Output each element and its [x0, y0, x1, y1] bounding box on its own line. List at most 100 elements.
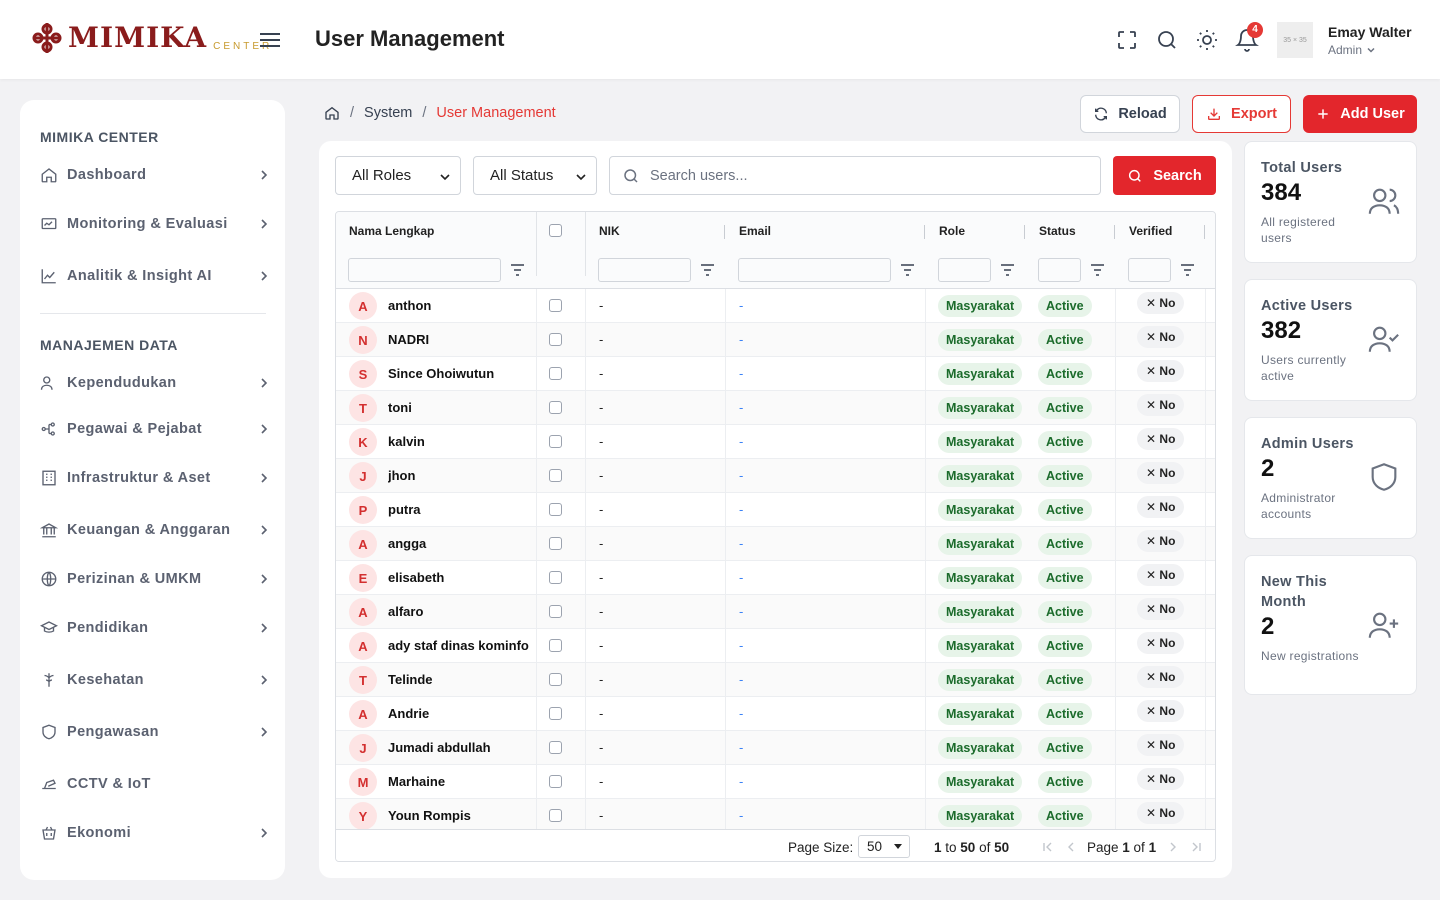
filter-icon[interactable] [1091, 264, 1104, 276]
table-row[interactable]: Eelisabeth - - Masyarakat Active ✕ No [336, 561, 1215, 595]
filter-icon[interactable] [1001, 264, 1014, 276]
user-name[interactable]: Emay Walter [1328, 24, 1412, 40]
row-checkbox[interactable] [549, 809, 562, 827]
sidebar-item-dashboard[interactable]: Dashboard [40, 163, 270, 187]
table-row[interactable]: N NADRI - - Masyarakat Active ✕ No [336, 323, 1215, 357]
export-button[interactable]: Export [1192, 95, 1291, 133]
row-checkbox[interactable] [549, 503, 562, 521]
fullscreen-icon[interactable] [1115, 28, 1139, 52]
first-page-icon[interactable] [1042, 841, 1054, 853]
row-checkbox[interactable] [549, 673, 562, 691]
nik-filter-input[interactable] [598, 258, 691, 282]
row-checkbox[interactable] [549, 333, 562, 351]
sidebar-item-cctv[interactable]: CCTV & IoT [40, 772, 270, 796]
email-cell[interactable]: - [739, 672, 743, 687]
search-input[interactable] [650, 167, 1070, 184]
table-row[interactable]: A Andrie - - Masyarakat Active ✕ No [336, 697, 1215, 731]
email-cell[interactable]: - [739, 434, 743, 449]
column-header-role[interactable]: Role [939, 224, 965, 238]
last-page-icon[interactable] [1190, 841, 1202, 853]
search-button[interactable]: Search [1113, 156, 1216, 195]
sidebar-item-analitik[interactable]: Analitik & Insight AI [40, 264, 270, 288]
row-checkbox[interactable] [549, 741, 562, 759]
column-header-status[interactable]: Status [1039, 224, 1076, 238]
table-row[interactable]: Aangga - - Masyarakat Active ✕ No [336, 527, 1215, 561]
table-row[interactable]: Aady staf dinas kominfo - - Masyarakat Activ… [336, 629, 1215, 663]
table-row[interactable]: Kkalvin - - Masyarakat Active ✕ No [336, 425, 1215, 459]
table-row[interactable]: J Jumadi abdullah - - Masyarakat Active ✕ No [336, 731, 1215, 765]
row-checkbox[interactable] [549, 299, 562, 317]
sidebar-item-pegawai[interactable]: Pegawai & Pejabat [40, 417, 270, 441]
home-icon[interactable] [324, 105, 340, 121]
table-row[interactable]: Y Youn Rompis - - Masyarakat Active ✕ No [336, 799, 1215, 833]
user-role-dropdown[interactable]: Admin [1328, 43, 1376, 57]
filter-icon[interactable] [1181, 264, 1194, 276]
email-cell[interactable]: - [739, 400, 743, 415]
email-cell[interactable]: - [739, 298, 743, 313]
status-filter-select[interactable]: All Status [473, 156, 597, 195]
sidebar-item-kesehatan[interactable]: Kesehatan [40, 668, 270, 692]
logo[interactable]: MIMIKA CENTER [30, 20, 272, 56]
sidebar-item-kependudukan[interactable]: Kependudukan [40, 371, 270, 395]
email-cell[interactable]: - [739, 536, 743, 551]
role-filter-select[interactable]: All Roles [335, 156, 461, 195]
filter-icon[interactable] [901, 264, 914, 276]
theme-toggle-icon[interactable] [1195, 28, 1219, 52]
row-checkbox[interactable] [549, 707, 562, 725]
row-checkbox[interactable] [549, 435, 562, 453]
email-cell[interactable]: - [739, 740, 743, 755]
avatar[interactable]: 35 × 35 [1277, 22, 1313, 58]
add-user-button[interactable]: Add User [1303, 95, 1417, 133]
table-row[interactable]: Aanthon - - Masyarakat Active ✕ No [336, 289, 1215, 323]
table-row[interactable]: Jjhon - - Masyarakat Active ✕ No [336, 459, 1215, 493]
filter-icon[interactable] [511, 264, 524, 276]
column-header-email[interactable]: Email [739, 224, 771, 238]
menu-toggle-icon[interactable] [258, 30, 282, 50]
email-cell[interactable]: - [739, 604, 743, 619]
table-row[interactable]: Ttoni - - Masyarakat Active ✕ No [336, 391, 1215, 425]
column-header-name[interactable]: Nama Lengkap [349, 224, 434, 238]
email-cell[interactable]: - [739, 502, 743, 517]
table-row[interactable]: S Since Ohoiwutun - - Masyarakat Active ✕ No [336, 357, 1215, 391]
table-row[interactable]: Aalfaro - - Masyarakat Active ✕ No [336, 595, 1215, 629]
email-cell[interactable]: - [739, 774, 743, 789]
email-cell[interactable]: - [739, 570, 743, 585]
table-row[interactable]: T Telinde - - Masyarakat Active ✕ No [336, 663, 1215, 697]
table-row[interactable]: M Marhaine - - Masyarakat Active ✕ No [336, 765, 1215, 799]
role-filter-input[interactable] [938, 258, 991, 282]
row-checkbox[interactable] [549, 401, 562, 419]
row-checkbox[interactable] [549, 367, 562, 385]
column-header-nik[interactable]: NIK [599, 224, 620, 238]
breadcrumb-system[interactable]: System [364, 105, 412, 121]
email-cell[interactable]: - [739, 808, 743, 823]
row-checkbox[interactable] [549, 537, 562, 555]
page-size-select[interactable]: 50 [858, 835, 910, 858]
row-checkbox[interactable] [549, 775, 562, 793]
sidebar-item-perizinan[interactable]: Perizinan & UMKM [40, 567, 270, 591]
sidebar-item-infrastruktur[interactable]: Infrastruktur & Aset [40, 466, 270, 490]
prev-page-icon[interactable] [1065, 841, 1077, 853]
email-cell[interactable]: - [739, 638, 743, 653]
name-filter-input[interactable] [348, 258, 501, 282]
sidebar-item-pendidikan[interactable]: Pendidikan [40, 616, 270, 640]
email-cell[interactable]: - [739, 366, 743, 381]
sidebar-item-pengawasan[interactable]: Pengawasan [40, 720, 270, 744]
sidebar-item-keuangan[interactable]: Keuangan & Anggaran [40, 518, 270, 542]
next-page-icon[interactable] [1167, 841, 1179, 853]
column-header-verified[interactable]: Verified [1129, 224, 1172, 238]
select-all-checkbox[interactable] [549, 224, 562, 242]
email-filter-input[interactable] [738, 258, 891, 282]
row-checkbox[interactable] [549, 605, 562, 623]
email-cell[interactable]: - [739, 332, 743, 347]
filter-icon[interactable] [701, 264, 714, 276]
table-row[interactable]: Pputra - - Masyarakat Active ✕ No [336, 493, 1215, 527]
row-checkbox[interactable] [549, 639, 562, 657]
sidebar-item-monitoring[interactable]: Monitoring & Evaluasi [40, 212, 270, 236]
email-cell[interactable]: - [739, 468, 743, 483]
verified-filter-input[interactable] [1128, 258, 1171, 282]
row-checkbox[interactable] [549, 469, 562, 487]
status-filter-input[interactable] [1038, 258, 1081, 282]
sidebar-item-ekonomi[interactable]: Ekonomi [40, 821, 270, 845]
email-cell[interactable]: - [739, 706, 743, 721]
reload-button[interactable]: Reload [1080, 95, 1180, 133]
